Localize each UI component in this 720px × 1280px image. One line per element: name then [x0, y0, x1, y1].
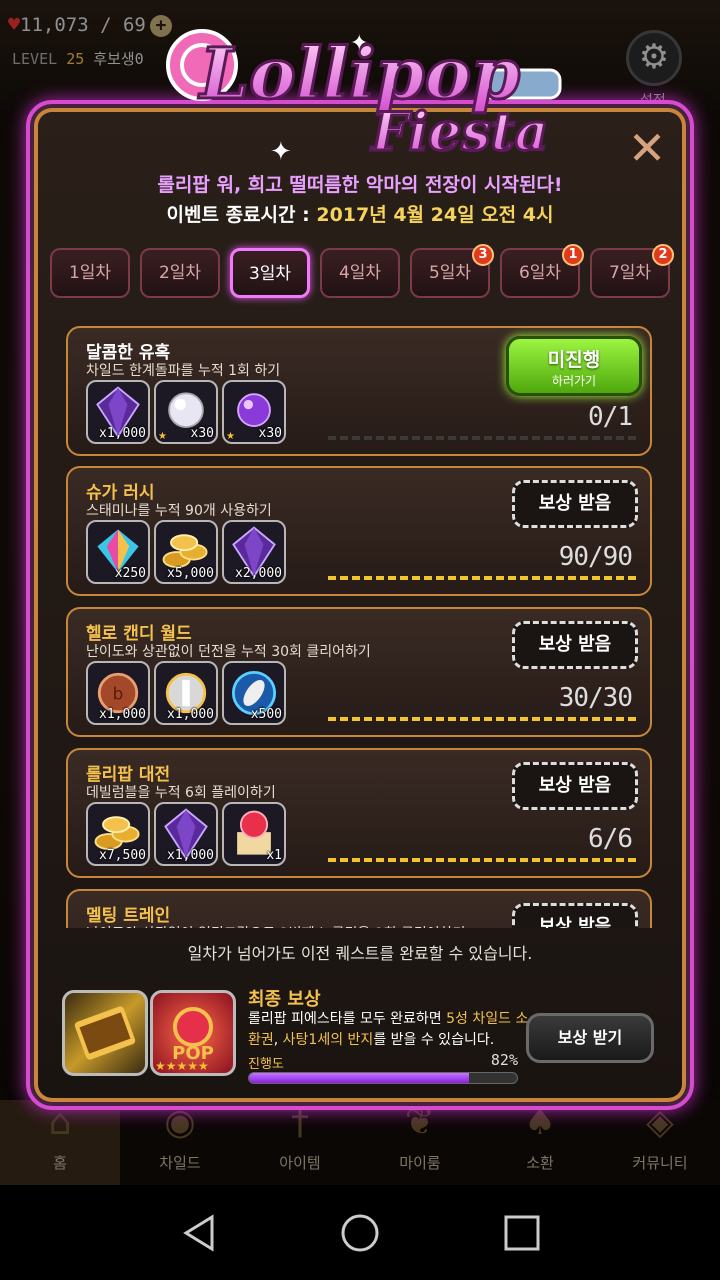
gold-coins-icon[interactable]: x5,000: [154, 520, 218, 584]
notification-badge: 3: [472, 244, 494, 266]
reward-claimed-button[interactable]: 보상 받음: [512, 903, 638, 928]
recents-icon[interactable]: [502, 1213, 542, 1253]
progress-percent: 82%: [490, 1051, 518, 1069]
bronze-medal-icon[interactable]: b x1,000: [86, 661, 150, 725]
crystal-orb-icon[interactable]: ★ x30: [154, 380, 218, 444]
close-icon[interactable]: ✕: [625, 125, 669, 172]
go-quest-button[interactable]: 미진행 하러가기: [506, 336, 642, 396]
purple-gem-icon[interactable]: x2,000: [222, 520, 286, 584]
quest-card: 롤리팝 대전 데빌럼블을 누적 6회 플레이하기 x7,500 x1,000 x1 6/6…: [66, 748, 652, 878]
tab-day-3[interactable]: 3일차: [230, 248, 310, 298]
quest-progress-bar: [328, 576, 636, 580]
quest-desc: 난이도와 상관없이 던전을 누적 30회 클리어하기: [86, 644, 371, 660]
tab-day-7[interactable]: 7일차 2: [590, 244, 674, 298]
ring-reward-icon: POP ★★★★★: [150, 990, 236, 1076]
reward-qty: x250: [114, 566, 146, 581]
quest-desc: 데빌럼블을 누적 6회 플레이하기: [86, 785, 276, 801]
quest-progress-bar: [328, 436, 636, 440]
reward-claimed-button[interactable]: 보상 받음: [512, 762, 638, 810]
reward-qty: x5,000: [167, 566, 214, 581]
event-tagline: 롤리팝 워, 희고 떨떠름한 악마의 전장이 시작된다!: [157, 174, 563, 196]
reward-qty: x500: [250, 707, 282, 722]
progress-bar: [248, 1072, 518, 1084]
reward-qty: x30: [258, 426, 282, 441]
quest-desc: 난이도와 상관없이 얼티코랍오도 2번째 노른팀을 1회 클리어하기: [86, 923, 465, 928]
quest-progress-bar: [328, 858, 636, 862]
reward-items: x250 x5,000 x2,000: [86, 520, 286, 586]
quest-card: 슈가 러시 스태미나를 누적 90개 사용하기 x250 x5,000 x2,000 90…: [66, 466, 652, 596]
home-circle-icon[interactable]: [340, 1213, 380, 1253]
purple-orb-icon[interactable]: ★ x30: [222, 380, 286, 444]
reward-qty: x30: [190, 426, 214, 441]
tab-day-2[interactable]: 2일차: [140, 248, 220, 298]
quest-list[interactable]: 달콤한 유혹 차일드 한계돌파를 누적 1회 하기 x1,000 ★ x30 ★ x30 0/…: [54, 310, 666, 928]
notification-badge: 2: [652, 244, 674, 266]
quest-progress-bar: [328, 717, 636, 721]
tab-day-4[interactable]: 4일차: [320, 248, 400, 298]
quest-progress: 6/6: [588, 824, 633, 854]
event-end-time: 이벤트 종료시간 : 2017년 4월 24일 오전 4시: [166, 204, 554, 226]
sparkle-icon: ✦: [270, 137, 292, 167]
day-tabs: 1일차 2일차 3일차 4일차 5일차 3 6일차 1 7일차 2: [50, 244, 674, 298]
reward-items: b x1,000 x1,000 x500: [86, 661, 286, 727]
reward-claimed-button[interactable]: 보상 받음: [512, 480, 638, 528]
gift-box-icon[interactable]: x1: [222, 802, 286, 866]
notification-badge: 1: [562, 244, 584, 266]
svg-text:b: b: [113, 684, 124, 704]
feather-badge-icon[interactable]: x500: [222, 661, 286, 725]
quest-progress: 90/90: [558, 542, 633, 572]
five-star-rating: ★★★★★: [155, 1059, 209, 1073]
reward-items: x7,500 x1,000 x1: [86, 802, 286, 868]
reward-qty: x1,000: [167, 848, 214, 863]
quest-card: 멜팅 트레인난이도와 상관없이 얼티코랍오도 2번째 노른팀을 1회 클리어하기…: [66, 889, 652, 928]
reward-qty: x7,500: [99, 848, 146, 863]
final-reward-title: 최종 보상: [248, 989, 321, 1010]
purple-gem-icon[interactable]: x1,000: [86, 380, 150, 444]
back-icon[interactable]: [180, 1213, 220, 1253]
progress-bar-fill: [249, 1073, 469, 1083]
star-icon: ★: [158, 431, 167, 442]
silver-coin-icon[interactable]: x1,000: [154, 661, 218, 725]
lollipop-fiesta-logo: Lollipop Fiesta ✦ ✦: [166, 29, 562, 167]
tab-day-1[interactable]: 1일차: [50, 248, 130, 298]
quest-progress: 0/1: [588, 402, 633, 432]
reward-claimed-button[interactable]: 보상 받음: [512, 621, 638, 669]
reward-qty: x2,000: [235, 566, 282, 581]
rainbow-gem-icon[interactable]: x250: [86, 520, 150, 584]
quest-card: 헬로 캔디 월드 난이도와 상관없이 던전을 누적 30회 클리어하기 b x1,00…: [66, 607, 652, 737]
quest-desc: 스태미나를 누적 90개 사용하기: [86, 503, 272, 519]
logo-text-line2: Fiesta: [370, 102, 549, 163]
purple-gem-icon[interactable]: x1,000: [154, 802, 218, 866]
progress-label: 진행도: [248, 1057, 284, 1072]
summon-ticket-icon: [62, 990, 148, 1076]
sparkle-icon: ✦: [350, 31, 368, 56]
final-reward-desc: 롤리팝 피에스타를 모두 완료하면 5성 차일드 소환권, 사탕1세의 반지를 …: [248, 1011, 529, 1048]
reward-qty: x1,000: [99, 707, 146, 722]
final-reward-section: POP ★★★★★ 최종 보상 롤리팝 피에스타를 모두 완료하면 5성 차일드…: [60, 985, 670, 1095]
quest-desc: 차일드 한계돌파를 누적 1회 하기: [86, 363, 281, 379]
tab-day-5[interactable]: 5일차 3: [410, 244, 494, 298]
android-nav-bar: [0, 1185, 720, 1280]
reward-qty: x1,000: [167, 707, 214, 722]
tab-day-6[interactable]: 6일차 1: [500, 244, 584, 298]
claim-final-reward-button[interactable]: 보상 받기: [526, 1013, 654, 1063]
star-icon: ★: [226, 431, 235, 442]
reward-qty: x1: [266, 848, 282, 863]
quest-card: 달콤한 유혹 차일드 한계돌파를 누적 1회 하기 x1,000 ★ x30 ★ x30 0/…: [66, 326, 652, 456]
reward-qty: x1,000: [99, 426, 146, 441]
quest-progress: 30/30: [558, 683, 633, 713]
footer-note: 일차가 넘어가도 이전 퀘스트를 완료할 수 있습니다.: [187, 944, 533, 963]
reward-items: x1,000 ★ x30 ★ x30: [86, 380, 286, 446]
gold-coins-icon[interactable]: x7,500: [86, 802, 150, 866]
